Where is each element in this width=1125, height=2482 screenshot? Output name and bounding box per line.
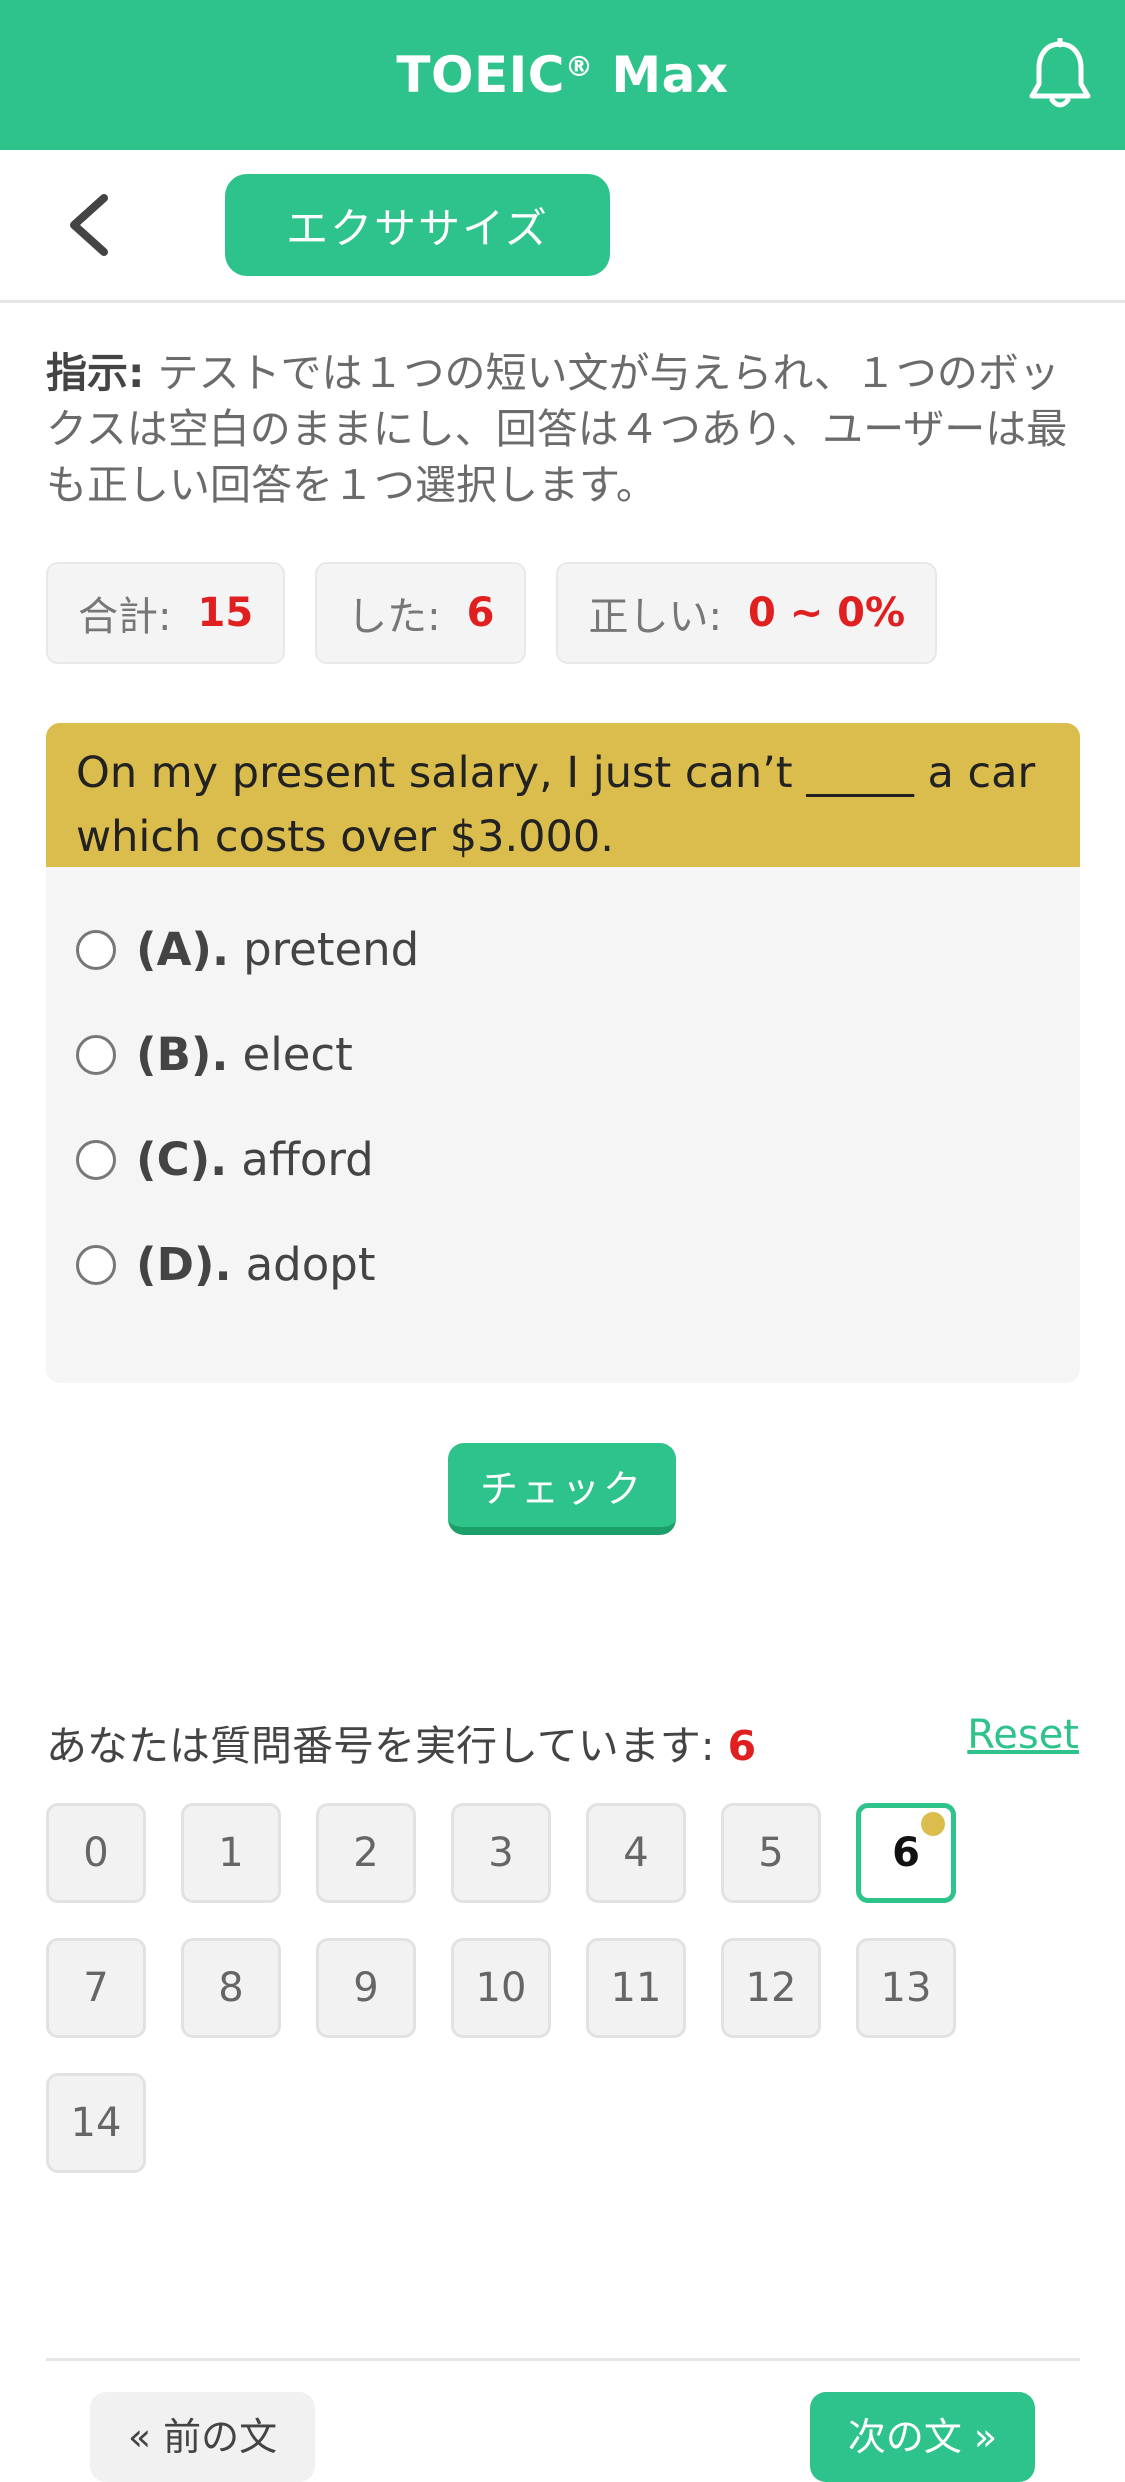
radio-button[interactable] <box>76 929 116 970</box>
option-text: pretend <box>243 923 420 976</box>
question-text: On my present salary, I just can’t _____… <box>46 723 1080 867</box>
stat-correct: 正しい: 0 ~ 0% <box>556 562 938 664</box>
radio-button[interactable] <box>76 1139 116 1180</box>
option-d[interactable]: (D). adopt <box>46 1212 1080 1317</box>
instructions-label: 指示: <box>46 349 145 397</box>
question-number-button[interactable]: 14 <box>46 2073 146 2173</box>
instructions-text: テストでは１つの短い文が与えられ、１つのボックスは空白のままにし、回答は４つあり… <box>46 349 1068 509</box>
chevron-left-icon[interactable] <box>60 192 120 258</box>
question-number-button[interactable]: 2 <box>316 1803 416 1903</box>
option-letter: (C). <box>136 1133 228 1186</box>
prev-sentence-button[interactable]: « 前の文 <box>90 2392 315 2482</box>
app-header: TOEIC® Max <box>0 0 1125 150</box>
question-number-button[interactable]: 11 <box>586 1938 686 2038</box>
question-number-label: 6 <box>892 1830 920 1876</box>
footer-divider <box>46 2358 1080 2361</box>
question-number-button[interactable]: 0 <box>46 1803 146 1903</box>
bell-icon[interactable] <box>1027 38 1093 112</box>
current-question-number: 6 <box>727 1722 757 1770</box>
stat-total-label: 合計: <box>78 594 172 640</box>
question-number-button[interactable]: 9 <box>316 1938 416 2038</box>
option-text: adopt <box>245 1238 376 1291</box>
question-card: On my present salary, I just can’t _____… <box>46 723 1080 1383</box>
radio-button[interactable] <box>76 1244 116 1285</box>
stat-total-value: 15 <box>197 590 254 636</box>
question-number-button[interactable]: 5 <box>721 1803 821 1903</box>
question-number-button[interactable]: 13 <box>856 1938 956 2038</box>
radio-button[interactable] <box>76 1034 116 1075</box>
stat-done-value: 6 <box>466 590 495 636</box>
instructions: 指示: テストでは１つの短い文が与えられ、１つのボックスは空白のままにし、回答は… <box>46 345 1081 513</box>
question-number-button[interactable]: 7 <box>46 1938 146 2038</box>
option-b[interactable]: (B). elect <box>46 1002 1080 1107</box>
stat-done: した: 6 <box>315 562 527 664</box>
question-number-button[interactable]: 3 <box>451 1803 551 1903</box>
stat-total: 合計: 15 <box>46 562 286 664</box>
stat-correct-label: 正しい: <box>588 594 722 640</box>
stat-done-label: した: <box>347 594 441 640</box>
option-text: afford <box>241 1133 374 1186</box>
question-number-button-active[interactable]: 6 <box>856 1803 956 1903</box>
current-indicator-dot <box>921 1812 945 1836</box>
stat-correct-value: 0 ~ 0% <box>747 590 906 636</box>
app-title: TOEIC® Max <box>396 46 729 104</box>
question-number-button[interactable]: 12 <box>721 1938 821 2038</box>
question-number-button[interactable]: 10 <box>451 1938 551 2038</box>
question-number-button[interactable]: 4 <box>586 1803 686 1903</box>
question-number-button[interactable]: 1 <box>181 1803 281 1903</box>
option-text: elect <box>242 1028 353 1081</box>
stats-bar: 合計: 15 した: 6 正しい: 0 ~ 0% <box>46 562 938 664</box>
option-letter: (A). <box>136 923 230 976</box>
option-letter: (B). <box>136 1028 229 1081</box>
sub-navigation: エクササイズ <box>0 150 1125 303</box>
option-c[interactable]: (C). afford <box>46 1107 1080 1212</box>
option-letter: (D). <box>136 1238 232 1291</box>
answer-options: (A). pretend (B). elect (C). afford (D).… <box>46 867 1080 1317</box>
next-sentence-button[interactable]: 次の文 » <box>810 2392 1035 2482</box>
check-button[interactable]: チェック <box>448 1443 676 1535</box>
reset-link[interactable]: Reset <box>967 1712 1079 1758</box>
option-a[interactable]: (A). pretend <box>46 897 1080 1002</box>
progress-label: あなたは質問番号を実行しています: 6 <box>46 1712 756 1772</box>
question-number-button[interactable]: 8 <box>181 1938 281 2038</box>
tab-exercise[interactable]: エクササイズ <box>225 174 610 276</box>
progress-text: あなたは質問番号を実行しています: <box>46 1722 715 1770</box>
